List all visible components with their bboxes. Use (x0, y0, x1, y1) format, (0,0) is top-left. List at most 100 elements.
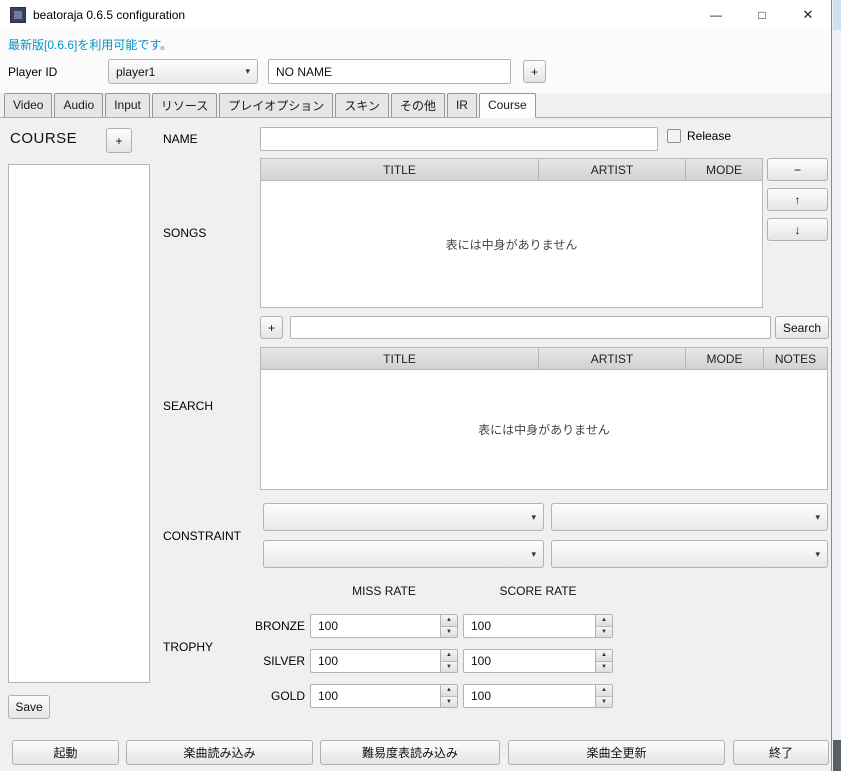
search-col-artist[interactable]: ARTIST (539, 348, 686, 369)
songs-move-up-button[interactable]: ↑ (767, 188, 828, 211)
spin-up-icon[interactable]: ▲ (441, 615, 457, 627)
search-col-mode[interactable]: MODE (686, 348, 764, 369)
tab-audio[interactable]: Audio (54, 93, 104, 117)
spin-down-icon[interactable]: ▼ (441, 661, 457, 672)
add-player-button[interactable]: + (523, 60, 546, 83)
songs-label: SONGS (163, 226, 207, 240)
search-label: SEARCH (163, 399, 214, 413)
screen: beatoraja 0.6.5 configuration — □ ✕ 最新版[… (0, 0, 841, 771)
release-label: Release (687, 129, 732, 143)
search-col-title[interactable]: TITLE (261, 348, 539, 369)
release-checkbox[interactable] (667, 129, 681, 143)
silver-miss-rate-spinner[interactable]: ▲ ▼ (310, 649, 458, 673)
search-button[interactable]: Search (775, 316, 829, 339)
app-icon (10, 7, 26, 23)
bronze-miss-rate-input[interactable] (311, 615, 457, 637)
tab-other[interactable]: その他 (390, 93, 445, 117)
launch-button[interactable]: 起動 (12, 740, 119, 765)
add-course-button[interactable]: + (106, 128, 132, 153)
gold-score-rate-input[interactable] (464, 685, 612, 707)
spinner-arrows: ▲ ▼ (440, 650, 457, 672)
chevron-down-icon: ▾ (245, 66, 250, 76)
search-table-empty: 表には中身がありません (478, 423, 610, 437)
background-window-strip (833, 0, 841, 771)
player-id-select[interactable]: player1 ▾ (108, 59, 258, 84)
window-title: beatoraja 0.6.5 configuration (33, 8, 186, 22)
silver-miss-rate-input[interactable] (311, 650, 457, 672)
release-group: Release (667, 129, 731, 143)
course-name-input[interactable] (260, 127, 658, 151)
constraint-label: CONSTRAINT (163, 529, 241, 543)
spin-down-icon[interactable]: ▼ (596, 696, 612, 707)
close-button[interactable]: ✕ (785, 0, 831, 30)
search-add-button[interactable]: + (260, 316, 283, 339)
spin-down-icon[interactable]: ▼ (441, 696, 457, 707)
silver-score-rate-input[interactable] (464, 650, 612, 672)
difficulty-table-load-button[interactable]: 難易度表読み込み (320, 740, 500, 765)
maximize-button[interactable]: □ (739, 0, 785, 30)
chevron-down-icon: ▾ (531, 511, 536, 522)
spin-up-icon[interactable]: ▲ (441, 685, 457, 697)
score-rate-header: SCORE RATE (499, 584, 577, 598)
window-controls: — □ ✕ (693, 0, 831, 30)
song-load-button[interactable]: 楽曲読み込み (126, 740, 313, 765)
title-bar: beatoraja 0.6.5 configuration — □ ✕ (0, 0, 831, 30)
gold-miss-rate-input[interactable] (311, 685, 457, 707)
save-button[interactable]: Save (8, 695, 50, 719)
spin-down-icon[interactable]: ▼ (596, 626, 612, 637)
spin-down-icon[interactable]: ▼ (441, 626, 457, 637)
songs-table[interactable]: TITLE ARTIST MODE 表には中身がありません (260, 158, 763, 308)
player-name-input[interactable] (268, 59, 511, 84)
gold-miss-rate-spinner[interactable]: ▲ ▼ (310, 684, 458, 708)
bronze-score-rate-spinner[interactable]: ▲ ▼ (463, 614, 613, 638)
songs-col-mode[interactable]: MODE (686, 159, 762, 180)
tab-course[interactable]: Course (478, 93, 536, 118)
songs-col-title[interactable]: TITLE (261, 159, 539, 180)
constraint-select-4[interactable]: ▾ (551, 540, 828, 568)
tab-resource[interactable]: リソース (151, 93, 218, 117)
spin-up-icon[interactable]: ▲ (441, 650, 457, 662)
songs-col-artist[interactable]: ARTIST (539, 159, 686, 180)
spin-up-icon[interactable]: ▲ (596, 685, 612, 697)
miss-rate-header: MISS RATE (352, 584, 416, 598)
course-heading: COURSE (10, 130, 78, 147)
minimize-button[interactable]: — (693, 0, 739, 30)
exit-button[interactable]: 終了 (733, 740, 829, 765)
tab-skin[interactable]: スキン (335, 93, 389, 117)
course-list[interactable] (8, 164, 150, 683)
tab-input[interactable]: Input (105, 93, 150, 117)
songs-table-header: TITLE ARTIST MODE (261, 159, 762, 181)
gold-score-rate-spinner[interactable]: ▲ ▼ (463, 684, 613, 708)
tab-video[interactable]: Video (4, 93, 53, 117)
spin-up-icon[interactable]: ▲ (596, 650, 612, 662)
constraint-select-1[interactable]: ▾ (263, 503, 544, 531)
songs-remove-button[interactable]: − (767, 158, 828, 181)
beatoraja-config-window: beatoraja 0.6.5 configuration — □ ✕ 最新版[… (0, 0, 832, 771)
spinner-arrows: ▲ ▼ (595, 685, 612, 707)
chevron-down-icon: ▾ (815, 511, 820, 522)
constraint-select-3[interactable]: ▾ (263, 540, 544, 568)
spin-down-icon[interactable]: ▼ (596, 661, 612, 672)
constraint-select-2[interactable]: ▾ (551, 503, 828, 531)
tab-ir[interactable]: IR (446, 93, 477, 117)
tab-play-option[interactable]: プレイオプション (219, 93, 334, 117)
song-full-update-button[interactable]: 楽曲全更新 (508, 740, 725, 765)
songs-move-down-button[interactable]: ↓ (767, 218, 828, 241)
spinner-arrows: ▲ ▼ (595, 650, 612, 672)
search-table-header: TITLE ARTIST MODE NOTES (261, 348, 827, 370)
silver-score-rate-spinner[interactable]: ▲ ▼ (463, 649, 613, 673)
background-window-bottom-strip (833, 740, 841, 771)
bronze-score-rate-input[interactable] (464, 615, 612, 637)
tab-bar: Video Audio Input リソース プレイオプション スキン その他 … (0, 93, 831, 118)
spinner-arrows: ▲ ▼ (440, 685, 457, 707)
spin-up-icon[interactable]: ▲ (596, 615, 612, 627)
silver-label: SILVER (263, 654, 305, 668)
search-input[interactable] (290, 316, 771, 339)
update-version-link[interactable]: 最新版[0.6.6]を利用可能です。 (8, 36, 172, 53)
search-col-notes[interactable]: NOTES (764, 348, 827, 369)
player-id-value: player1 (116, 64, 156, 79)
search-table[interactable]: TITLE ARTIST MODE NOTES 表には中身がありません (260, 347, 828, 490)
bronze-miss-rate-spinner[interactable]: ▲ ▼ (310, 614, 458, 638)
spinner-arrows: ▲ ▼ (440, 615, 457, 637)
chevron-down-icon: ▾ (815, 548, 820, 559)
